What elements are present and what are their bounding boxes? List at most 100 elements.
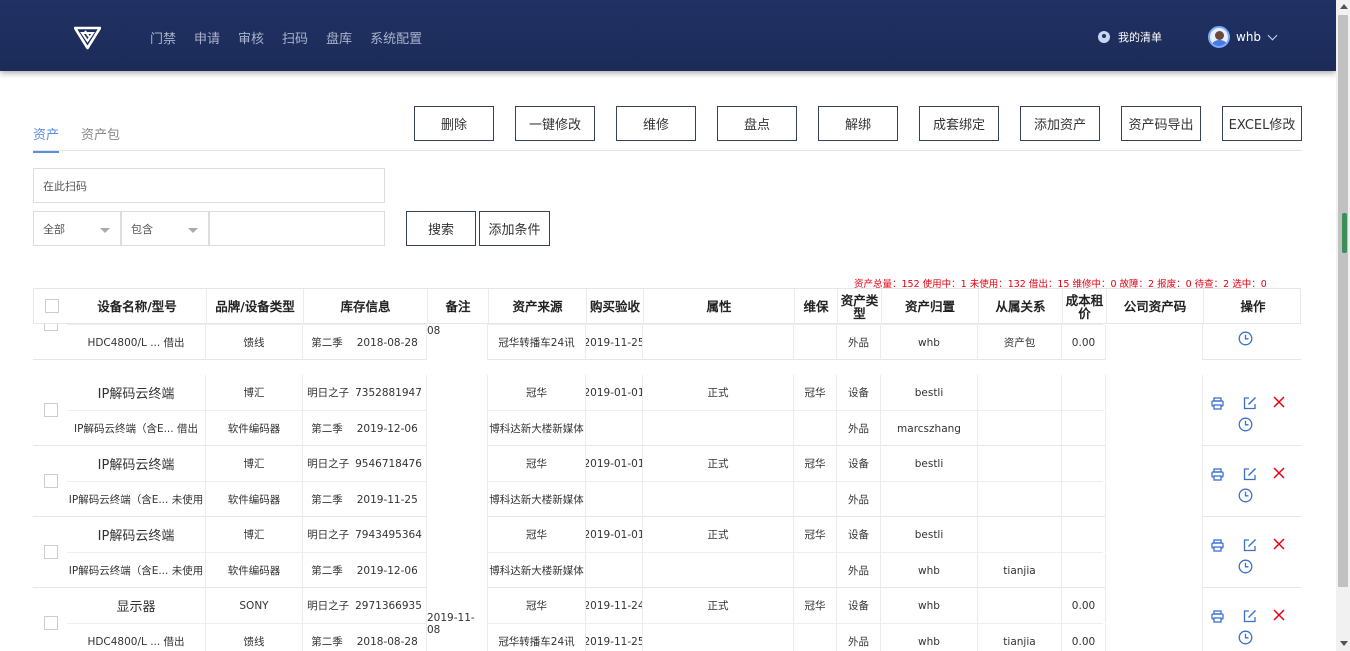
print-icon[interactable] [1211, 610, 1224, 623]
excel-edit-button[interactable]: EXCEL修改 [1222, 106, 1302, 141]
col-operations: 操作 [1240, 299, 1266, 314]
asset-table-body[interactable]: 显示器HDC4800/L ... 借出SONY馈线明日之子0964600090第… [33, 300, 1301, 651]
cell-cost2: 0.00 [1062, 325, 1106, 360]
app-logo-icon[interactable] [74, 26, 101, 50]
cell-empty [643, 553, 794, 588]
scrollbar-thumb[interactable] [1338, 15, 1348, 587]
delete-icon[interactable] [1272, 466, 1286, 480]
row-checkbox[interactable] [44, 616, 58, 630]
clock-icon[interactable] [1238, 417, 1253, 432]
cell-type: 馈线 [206, 624, 303, 651]
edit-icon[interactable] [1243, 396, 1257, 410]
cell-place2: marcszhang [881, 411, 978, 446]
edit-icon[interactable] [1243, 538, 1257, 552]
clock-icon[interactable] [1238, 331, 1253, 346]
stock-project: 明日之子 [307, 529, 350, 541]
add-condition-button[interactable]: 添加条件 [479, 211, 550, 246]
user-menu[interactable]: whb [1208, 26, 1278, 48]
cell-accept_date: 2019-11-25 [586, 624, 643, 651]
edit-icon[interactable] [1243, 467, 1257, 481]
nav-item-scan[interactable]: 扫码 [282, 28, 308, 47]
cell-accept_date [586, 482, 643, 517]
cell-source1: 冠华 [488, 517, 586, 552]
scan-input[interactable]: 在此扫码 [33, 168, 385, 203]
clock-icon[interactable] [1238, 559, 1253, 574]
add-asset-button[interactable]: 添加资产 [1020, 106, 1100, 141]
nav-item-access[interactable]: 门禁 [150, 28, 176, 47]
delete-icon[interactable] [1272, 608, 1286, 622]
table-row[interactable]: 显示器 HDC4800/L ... 借出 SONY 馈线 明日之子 2971366935 第… [33, 588, 1301, 651]
cell-cost1: 0.00 [1062, 588, 1106, 623]
table-row[interactable]: IP解码云终端 IP解码云终端（含E... 未使用 博汇 软件编码器 明日之子 79434… [33, 517, 1301, 588]
tab-asset-packages[interactable]: 资产包 [81, 124, 120, 153]
cell-type: 软件编码器 [206, 553, 303, 588]
cell-empty [794, 411, 837, 446]
cell-accept_date: 2019-11-25 [586, 325, 643, 360]
clock-icon[interactable] [1238, 488, 1253, 503]
nav-item-inventory[interactable]: 盘库 [326, 28, 352, 47]
cell-name: IP解码云终端 [67, 517, 206, 552]
note-cell [427, 375, 488, 446]
cell-accept_date [586, 411, 643, 446]
clock-icon[interactable] [1238, 630, 1253, 645]
cell-maint: 冠华 [794, 446, 837, 481]
scroll-up-icon[interactable] [1340, 4, 1348, 9]
stock-cell: 明日之子 9546718476 [303, 446, 427, 481]
stock-cell: 第二季 2018-08-28 [303, 325, 427, 360]
row-checkbox[interactable] [44, 403, 58, 417]
search-button[interactable]: 搜索 [406, 211, 476, 246]
filter-value-input[interactable] [209, 211, 385, 246]
username: whb [1236, 30, 1262, 44]
export-codes-button[interactable]: 资产码导出 [1121, 106, 1201, 141]
row-checkbox[interactable] [44, 545, 58, 559]
delete-icon[interactable] [1272, 537, 1286, 551]
company-code-cell [1106, 517, 1203, 588]
print-icon[interactable] [1211, 397, 1224, 410]
table-row[interactable]: IP解码云终端 IP解码云终端（含E... 未使用 博汇 软件编码器 明日之子 95467… [33, 446, 1301, 517]
row-checkbox[interactable] [44, 474, 58, 488]
asset-code: 2971366935 [355, 599, 422, 612]
stock-cell: 明日之子 7943495364 [303, 517, 427, 552]
cell-model: HDC4800/L ... 借出 [67, 624, 206, 651]
select-all-checkbox[interactable] [45, 299, 59, 313]
cell-belong2 [978, 411, 1062, 446]
cell-empty [643, 411, 794, 446]
cell-model: IP解码云终端（含E... 未使用 [67, 553, 206, 588]
table-row[interactable]: IP解码云终端 IP解码云终端（含E... 借出 博汇 软件编码器 明日之子 735288… [33, 375, 1301, 446]
operator-select[interactable]: 包含 [121, 211, 209, 246]
col-asset-type: 资产类型 [838, 289, 882, 324]
cell-empty [794, 482, 837, 517]
print-icon[interactable] [1211, 539, 1224, 552]
cell-attr: 正式 [643, 588, 794, 623]
delete-icon[interactable] [1272, 395, 1286, 409]
company-code-cell [1106, 375, 1203, 446]
row-actions [1205, 588, 1301, 651]
repair-button[interactable]: 维修 [616, 106, 696, 141]
scope-select[interactable]: 全部 [33, 211, 121, 246]
unbind-button[interactable]: 解绑 [818, 106, 898, 141]
row-actions [1205, 446, 1301, 516]
cell-model: IP解码云终端（含E... 未使用 [67, 482, 206, 517]
tab-assets[interactable]: 资产 [33, 124, 60, 153]
col-stock: 库存信息 [304, 289, 428, 324]
cell-buy_date: 2019-01-01 [586, 446, 643, 481]
bulk-edit-button[interactable]: 一键修改 [515, 106, 595, 141]
stock-cell: 第二季 2019-11-25 [303, 482, 427, 517]
bind-set-button[interactable]: 成套绑定 [919, 106, 999, 141]
scroll-down-icon[interactable] [1340, 641, 1348, 646]
scope-select-value: 全部 [43, 222, 65, 236]
nav-item-review[interactable]: 审核 [238, 28, 264, 47]
nav-item-apply[interactable]: 申请 [194, 28, 220, 47]
stocktake-button[interactable]: 盘点 [717, 106, 797, 141]
row-actions [1205, 517, 1301, 587]
company-code-cell [1106, 446, 1203, 517]
cell-place2: whb [881, 553, 978, 588]
edit-icon[interactable] [1243, 609, 1257, 623]
print-icon[interactable] [1211, 468, 1224, 481]
list-icon [1098, 31, 1110, 43]
nav-item-system-config[interactable]: 系统配置 [370, 28, 422, 47]
my-list-link[interactable]: 我的清单 [1098, 29, 1162, 45]
note-cell [427, 517, 488, 588]
delete-button[interactable]: 删除 [414, 106, 494, 141]
operator-select-value: 包含 [131, 222, 153, 236]
